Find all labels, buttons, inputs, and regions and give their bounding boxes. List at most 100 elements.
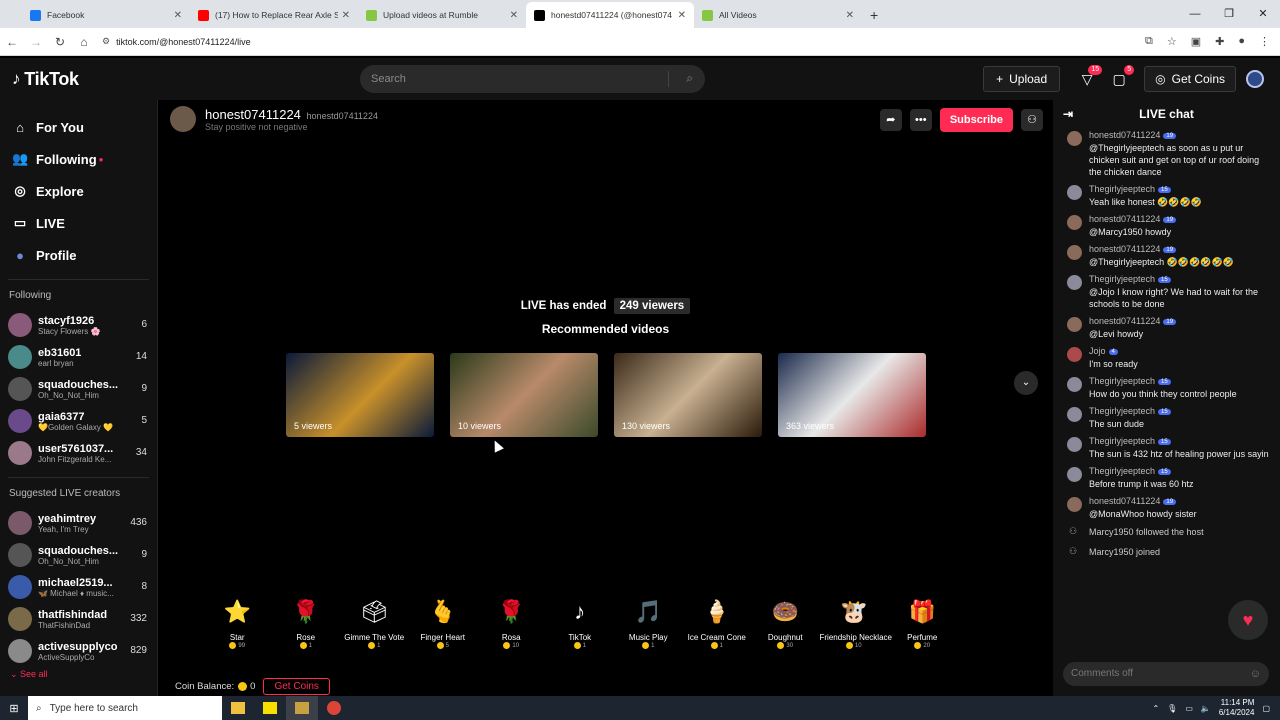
subscribe-button[interactable]: Subscribe (939, 108, 1013, 132)
notifications-icon[interactable]: ▢ (1262, 704, 1270, 713)
chat-avatar[interactable] (1067, 437, 1082, 452)
sticky-notes-icon[interactable] (254, 696, 286, 720)
profile-icon[interactable]: ● (1238, 35, 1245, 48)
close-tab-icon[interactable]: ✕ (678, 10, 686, 21)
get-coins-button[interactable]: Get Coins (263, 678, 330, 695)
sidebar-item-live[interactable]: ▭ LIVE (0, 207, 157, 239)
close-tab-icon[interactable]: ✕ (342, 10, 350, 21)
chat-avatar[interactable] (1067, 185, 1082, 200)
chat-avatar[interactable] (1067, 215, 1082, 230)
chrome-icon[interactable] (318, 696, 350, 720)
close-tab-icon[interactable]: ✕ (174, 10, 182, 21)
account-item[interactable]: user5761037... John Fitzgerald Ke... 34 (0, 437, 157, 469)
account-avatar[interactable] (8, 441, 32, 465)
emoji-icon[interactable]: ☺ (1250, 662, 1261, 686)
account-avatar[interactable] (8, 511, 32, 535)
browser-tab[interactable]: Upload videos at Rumble ✕ (358, 2, 526, 28)
browser-tab[interactable]: All Videos ✕ (694, 2, 862, 28)
share-icon[interactable]: ➦ (879, 109, 902, 131)
extensions-puzzle-icon[interactable]: ✚ (1215, 35, 1224, 48)
chat-username[interactable]: honestd07411224 (1089, 244, 1160, 254)
gift-item[interactable]: 🍦 Ice Cream Cone 1 (683, 597, 752, 649)
see-all-link[interactable]: ⌄ See all (0, 669, 157, 680)
volume-icon[interactable]: 🔈 (1201, 704, 1211, 713)
gift-item[interactable]: ⭐ Star 99 (203, 597, 272, 649)
host-avatar[interactable] (170, 106, 196, 132)
chevron-down-icon[interactable]: ⌄ (1014, 371, 1038, 395)
restore-icon[interactable]: ❐ (1212, 0, 1246, 28)
chat-username[interactable]: Thegirlyjeeptech (1089, 436, 1155, 446)
chat-avatar[interactable] (1067, 245, 1082, 260)
reload-icon[interactable]: ↻ (48, 35, 72, 49)
account-avatar[interactable] (8, 409, 32, 433)
follow-user-icon[interactable]: ⚇ (1021, 109, 1043, 131)
forward-icon[interactable]: → (24, 35, 48, 49)
minimize-icon[interactable]: — (1178, 0, 1212, 28)
more-icon[interactable]: ••• (909, 109, 932, 131)
collapse-chat-icon[interactable]: ⇥ (1063, 107, 1073, 121)
chat-avatar[interactable] (1067, 377, 1082, 392)
url-field[interactable]: ⚙ tiktok.com/@honest07411224/live (102, 30, 1145, 53)
gift-item[interactable]: 🫰 Finger Heart 5 (409, 597, 478, 649)
clock[interactable]: 11:14 PM 6/14/2024 (1219, 698, 1255, 718)
chat-username[interactable]: honestd07411224 (1089, 214, 1160, 224)
new-tab-button[interactable]: + (862, 2, 886, 28)
account-item[interactable]: stacyf1926 Stacy Flowers 🌸 6 (0, 309, 157, 341)
chat-username[interactable]: Thegirlyjeeptech (1089, 274, 1155, 284)
recommended-video-thumbnail[interactable]: 363 viewers (778, 353, 926, 437)
account-avatar[interactable] (8, 313, 32, 337)
browser-tab[interactable]: honestd07411224 (@honest074 ✕ (526, 2, 694, 28)
search-input[interactable]: Search ⌕ (360, 65, 705, 93)
gift-item[interactable]: 🐮 Friendship Necklace 10 (820, 597, 892, 649)
back-icon[interactable]: ← (0, 35, 24, 49)
get-coins-button[interactable]: ◎ Get Coins (1144, 66, 1236, 92)
account-item[interactable]: activesupplyco ActiveSupplyCo 829 (0, 635, 157, 667)
close-tab-icon[interactable]: ✕ (510, 10, 518, 21)
home-page-icon[interactable]: ⌂ (72, 35, 96, 49)
account-item[interactable]: thatfishindad ThatFishinDad 332 (0, 603, 157, 635)
sidebar-item-following[interactable]: 👥 Following ● (0, 143, 157, 175)
account-avatar[interactable] (8, 607, 32, 631)
tray-chevron-icon[interactable]: ⌃ (1152, 704, 1159, 713)
windows-start-icon[interactable]: ⊞ (0, 702, 28, 715)
chat-username[interactable]: Thegirlyjeeptech (1089, 406, 1155, 416)
account-item[interactable]: yeahimtrey Yeah, I'm Trey 436 (0, 507, 157, 539)
chat-avatar[interactable] (1067, 347, 1082, 362)
microphone-icon[interactable]: 🎙 (1167, 704, 1177, 713)
comment-input[interactable]: Comments off ☺ (1063, 662, 1269, 686)
chat-username[interactable]: honestd07411224 (1089, 130, 1160, 140)
chat-avatar[interactable] (1067, 317, 1082, 332)
upload-button[interactable]: + Upload (983, 66, 1061, 92)
gift-item[interactable]: 🗳 Gimme The Vote 1 (340, 597, 409, 649)
sidebar-item-for-you[interactable]: ⌂ For You (0, 111, 157, 143)
tiktok-logo[interactable]: ♪ TikTok (12, 69, 79, 90)
recommended-video-thumbnail[interactable]: 130 viewers (614, 353, 762, 437)
taskbar-search[interactable]: ⌕ Type here to search (28, 696, 222, 720)
account-avatar[interactable] (8, 543, 32, 567)
account-avatar[interactable] (8, 575, 32, 599)
chat-avatar[interactable] (1067, 467, 1082, 482)
account-item[interactable]: squadouches... Oh_No_Not_Him 9 (0, 539, 157, 571)
messages-icon[interactable]: ▢ 5 (1104, 64, 1135, 88)
network-icon[interactable]: ▭ (1185, 704, 1193, 713)
gift-item[interactable]: 🌹 Rosa 10 (477, 597, 546, 649)
chat-avatar[interactable] (1067, 131, 1082, 146)
host-name-row[interactable]: honest07411224 honestd07411224 (205, 107, 378, 122)
chat-username[interactable]: Thegirlyjeeptech (1089, 376, 1155, 386)
account-item[interactable]: eb31601 earl bryan 14 (0, 341, 157, 373)
sidebar-item-explore[interactable]: ◎ Explore (0, 175, 157, 207)
account-item[interactable]: michael2519... 🦋 Michael ♦ music... 8 (0, 571, 157, 603)
close-window-icon[interactable]: ✕ (1246, 0, 1280, 28)
chat-avatar[interactable] (1067, 275, 1082, 290)
chat-avatar[interactable] (1067, 407, 1082, 422)
bookmark-star-icon[interactable]: ☆ (1167, 35, 1177, 48)
menu-kebab-icon[interactable]: ⋮ (1259, 35, 1270, 48)
search-icon[interactable]: ⌕ (686, 71, 693, 86)
account-avatar[interactable] (8, 639, 32, 663)
gift-item[interactable]: 🎁 Perfume 20 (888, 597, 957, 649)
account-item[interactable]: squadouches... Oh_No_Not_Him 9 (0, 373, 157, 405)
chat-username[interactable]: honestd07411224 (1089, 316, 1160, 326)
gift-item[interactable]: 🎵 Music Play 1 (614, 597, 683, 649)
site-info-icon[interactable]: ⚙ (102, 36, 110, 47)
chat-username[interactable]: Thegirlyjeeptech (1089, 466, 1155, 476)
